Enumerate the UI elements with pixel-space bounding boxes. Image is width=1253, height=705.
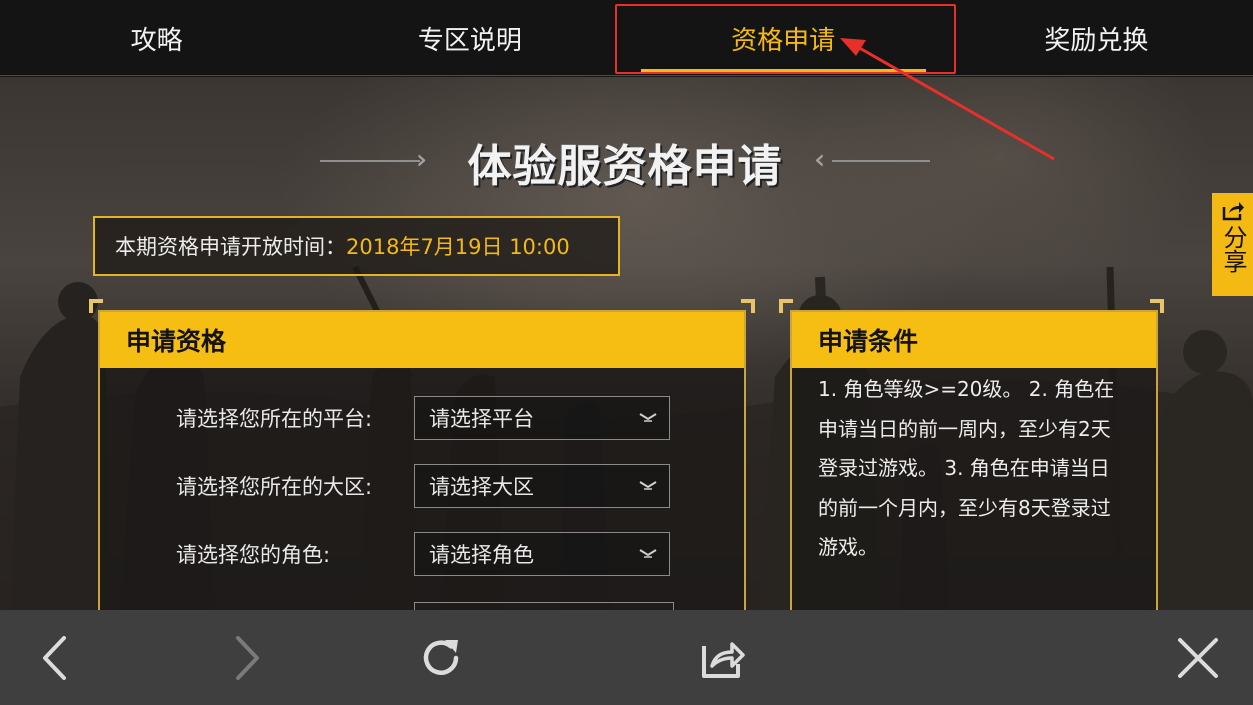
chevron-down-icon [639, 549, 657, 558]
tab-label: 攻略 [130, 25, 183, 56]
platform-label: 请选择您所在的平台: [176, 407, 373, 431]
top-tab-bar: 攻略 专区说明 资格申请 奖励兑换 [0, 0, 1253, 76]
page-title: 体验服资格申请 [467, 141, 783, 192]
apply-qualification-panel: 申请资格 请选择您所在的平台: 请选择平台 请选择您所在的大区: 请选择大区 请… [98, 310, 746, 632]
tab-guide[interactable]: 攻略 [0, 0, 313, 76]
browser-bottom-bar [0, 610, 1253, 705]
open-time-notice: 本期资格申请开放时间： 2018年7月19日 10:00 [93, 216, 620, 276]
back-button[interactable] [20, 610, 90, 705]
share-icon [1222, 202, 1244, 221]
role-select-value: 请选择角色 [429, 543, 534, 567]
title-decor-line-right [832, 160, 930, 162]
share-side-tab[interactable]: 分享 [1212, 193, 1253, 296]
open-time-label: 本期资格申请开放时间： [115, 235, 346, 259]
tab-label: 资格申请 [731, 25, 836, 56]
region-row: 请选择您所在的大区: 请选择大区 [176, 464, 670, 508]
close-icon [1178, 637, 1218, 678]
region-select[interactable]: 请选择大区 [414, 464, 670, 508]
conditions-text: 1. 角色等级>=20级。 2. 角色在申请当日的前一周内，至少有2天登录过游戏… [818, 377, 1115, 559]
share-label: 分享 [1219, 225, 1247, 273]
forward-arrow-icon [236, 635, 259, 680]
role-row: 请选择您的角色: 请选择角色 [176, 532, 670, 576]
share-out-icon [702, 641, 745, 678]
region-select-value: 请选择大区 [429, 475, 534, 499]
active-tab-underline [640, 69, 926, 72]
close-button[interactable] [1163, 610, 1233, 705]
chevron-down-icon [639, 413, 657, 422]
conditions-panel-title: 申请条件 [792, 312, 1156, 368]
tab-label: 奖励兑换 [1044, 25, 1149, 56]
conditions-panel: 申请条件 1. 角色等级>=20级。 2. 角色在申请当日的前一周内，至少有2天… [790, 310, 1158, 620]
chevron-right-icon: ››› [416, 145, 429, 175]
platform-row: 请选择您所在的平台: 请选择平台 [176, 396, 670, 440]
share-out-button[interactable] [688, 610, 758, 705]
tab-reward-exchange[interactable]: 奖励兑换 [940, 0, 1253, 76]
platform-select[interactable]: 请选择平台 [414, 396, 670, 440]
tab-qualification-apply[interactable]: 资格申请 [627, 0, 940, 76]
title-decor-line-left [320, 160, 420, 162]
role-label: 请选择您的角色: [176, 543, 331, 567]
back-arrow-icon [43, 635, 66, 680]
platform-select-value: 请选择平台 [429, 407, 534, 431]
page-title-row: ››› 体验服资格申请 ‹‹‹ [0, 128, 1253, 192]
tab-label: 专区说明 [417, 25, 522, 56]
tab-zone-info[interactable]: 专区说明 [313, 0, 626, 76]
open-time-value: 2018年7月19日 10:00 [346, 235, 570, 259]
chevron-down-icon [639, 481, 657, 490]
region-label: 请选择您所在的大区: [176, 475, 373, 499]
role-select[interactable]: 请选择角色 [414, 532, 670, 576]
chevron-left-icon: ‹‹‹ [814, 145, 827, 175]
refresh-button[interactable] [407, 610, 477, 705]
refresh-icon [423, 639, 459, 675]
forward-button[interactable] [212, 610, 282, 705]
apply-panel-title: 申请资格 [100, 312, 744, 368]
